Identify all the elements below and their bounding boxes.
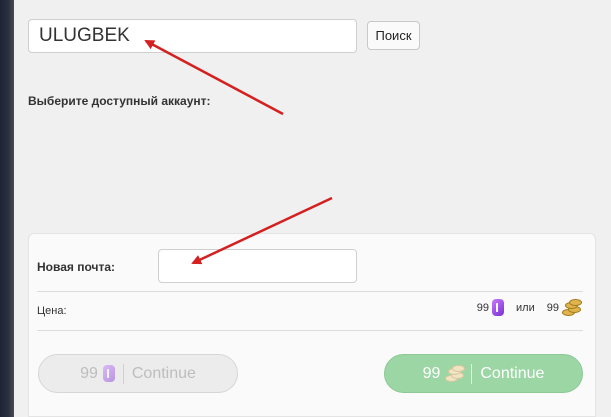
search-input[interactable] (28, 19, 357, 53)
account-section-label: Выберите доступный аккаунт: (28, 94, 211, 108)
gem-icon (102, 365, 115, 382)
gems-button-label: Continue (131, 364, 196, 382)
gems-button-amount: 99 (80, 364, 98, 382)
button-separator (122, 363, 124, 384)
continue-with-coins-button[interactable]: 99 Continue (384, 354, 583, 393)
coins-button-label: Continue (480, 364, 545, 382)
gem-price-value: 99 (476, 301, 490, 314)
gold-coins-icon (562, 299, 582, 316)
coins-button-amount: 99 (422, 364, 441, 382)
or-label: или (516, 301, 535, 314)
divider (37, 291, 583, 292)
new-email-label: Новая почта: (37, 260, 116, 274)
continue-with-gems-button[interactable]: 99 Continue (38, 354, 238, 393)
gold-coins-icon (445, 365, 466, 382)
new-email-input[interactable] (158, 249, 357, 283)
button-separator (471, 363, 473, 384)
price-label: Цена: (37, 305, 67, 317)
price-options: 99 или 99 (476, 299, 582, 316)
divider (37, 330, 583, 331)
search-button[interactable]: Поиск (367, 21, 420, 50)
gem-icon (492, 299, 505, 316)
coin-price-value: 99 (546, 301, 559, 314)
page-edge-background (0, 0, 14, 417)
